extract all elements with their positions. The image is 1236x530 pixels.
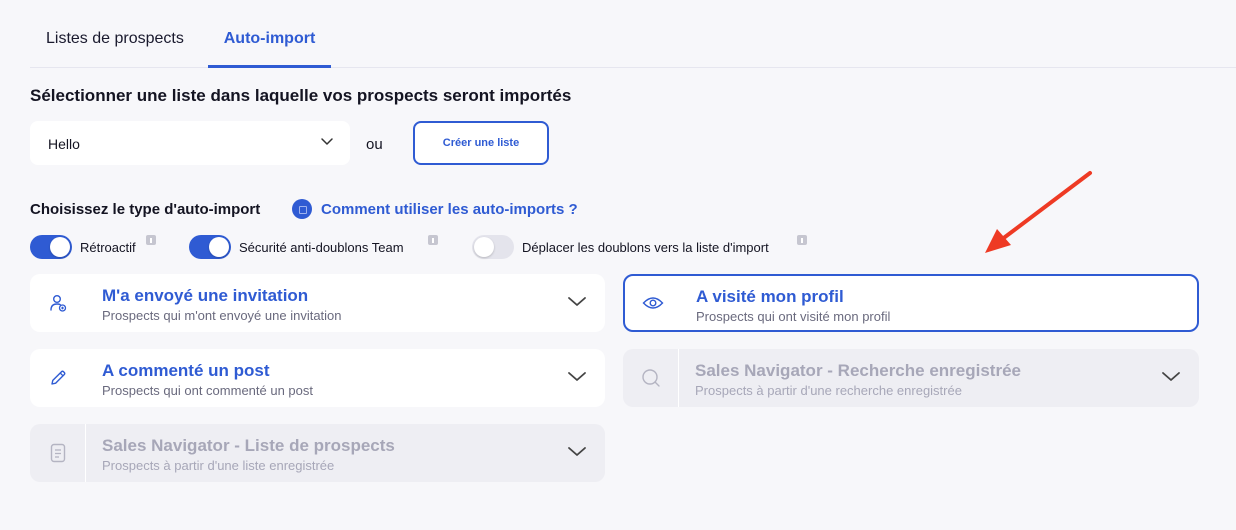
info-icon[interactable] <box>797 235 807 245</box>
toggle-label-retroactif: Rétroactif <box>80 240 136 255</box>
card-title: Sales Navigator - Liste de prospects <box>102 436 395 455</box>
card-title: Sales Navigator - Recherche enregistrée <box>695 361 1021 380</box>
card-subtitle: Prospects qui ont commenté un post <box>102 383 314 398</box>
chevron-down-icon <box>1162 372 1180 381</box>
toggle-label-deplacer-doublons: Déplacer les doublons vers la liste d'im… <box>522 240 769 255</box>
import-type-comment[interactable]: A commenté un post Prospects qui ont com… <box>30 349 605 407</box>
create-list-button[interactable]: Créer une liste <box>413 121 549 165</box>
tab-listes-de-prospects[interactable]: Listes de prospects <box>46 30 184 68</box>
import-type-sales-nav-search: Sales Navigator - Recherche enregistrée … <box>623 349 1199 407</box>
help-book-icon[interactable] <box>292 199 312 219</box>
info-icon[interactable] <box>146 235 156 245</box>
list-select-value: Hello <box>48 136 80 152</box>
toggle-retroactif[interactable] <box>30 235 72 259</box>
toggle-label-anti-doublons: Sécurité anti-doublons Team <box>239 240 404 255</box>
card-subtitle: Prospects qui ont visité mon profil <box>696 309 891 324</box>
import-type-profile-visit[interactable]: A visité mon profil Prospects qui ont vi… <box>623 274 1199 332</box>
chevron-down-icon[interactable] <box>567 371 587 383</box>
import-type-invitation[interactable]: M'a envoyé une invitation Prospects qui … <box>30 274 605 332</box>
card-title: A commenté un post <box>102 361 270 380</box>
card-title: M'a envoyé une invitation <box>102 286 309 305</box>
import-type-title: Choisissez le type d'auto-import <box>30 201 261 218</box>
tab-bar: Listes de prospects Auto-import <box>30 0 1236 68</box>
user-add-icon <box>30 274 86 332</box>
help-link[interactable]: Comment utiliser les auto-imports ? <box>321 201 578 218</box>
info-icon[interactable] <box>428 235 438 245</box>
tab-auto-import[interactable]: Auto-import <box>208 30 331 68</box>
chevron-down-icon[interactable] <box>567 296 587 308</box>
import-type-sales-nav-list: Sales Navigator - Liste de prospects Pro… <box>30 424 605 482</box>
search-icon <box>623 349 679 407</box>
pencil-icon <box>30 349 86 407</box>
annotation-arrow <box>985 171 1092 253</box>
toggle-deplacer-doublons[interactable] <box>472 235 514 259</box>
document-icon <box>30 424 86 482</box>
or-text: ou <box>366 136 383 153</box>
chevron-down-icon <box>568 447 586 456</box>
card-subtitle: Prospects à partir d'une liste enregistr… <box>102 458 335 473</box>
eye-icon <box>625 276 681 330</box>
card-subtitle: Prospects qui m'ont envoyé une invitatio… <box>102 308 342 323</box>
list-section-title: Sélectionner une liste dans laquelle vos… <box>30 86 572 105</box>
toggle-anti-doublons[interactable] <box>189 235 231 259</box>
card-title: A visité mon profil <box>696 287 844 306</box>
card-subtitle: Prospects à partir d'une recherche enreg… <box>695 383 962 398</box>
list-select[interactable]: Hello <box>30 121 350 165</box>
chevron-down-icon <box>321 138 333 145</box>
